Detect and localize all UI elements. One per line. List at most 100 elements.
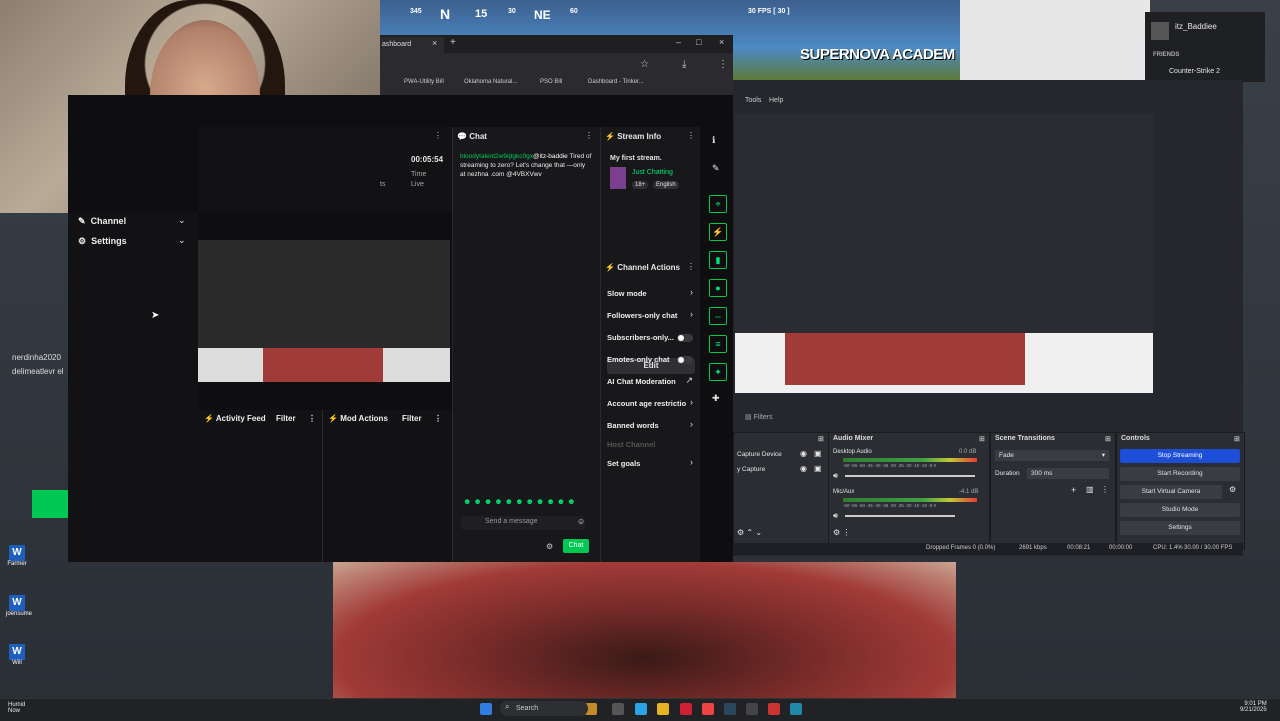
marker-icon[interactable]: ▮ [709,251,727,269]
edit-icon[interactable]: ✎ [712,163,720,174]
desktop-icon-word[interactable]: Wjoensume [6,595,32,625]
emote-bar[interactable]: ☻☻☻☻☻☻☻☻☻☻☻ [463,497,591,507]
chevron-right-icon[interactable]: › [690,397,693,407]
source-settings-icon[interactable]: ⚙ ⌃ ⌄ [737,528,762,537]
wrench-icon[interactable]: ✦ [709,363,727,381]
lock-icon[interactable]: ▣ [814,449,822,458]
subscribers-only-toggle[interactable] [677,334,693,342]
volume-slider[interactable] [845,515,955,517]
dock-menu-icon[interactable]: ⊞ [1234,435,1240,443]
chat-settings-icon[interactable]: ⚙ [546,542,553,551]
add-action-icon[interactable]: ✚ [712,393,720,404]
chevron-right-icon[interactable]: › [690,309,693,319]
raid-icon[interactable]: ⇔ [709,307,727,325]
panel-menu-icon[interactable]: ⋮ [308,414,316,434]
action-subscribers-only[interactable]: Subscribers-only... [607,333,674,342]
clock[interactable]: 9:01 PM 9/21/2025 [1240,701,1267,713]
close-window-icon[interactable]: × [719,37,724,47]
menu-icon[interactable]: ⋮ [1101,485,1109,494]
start-recording-button[interactable]: Start Recording [1120,467,1240,481]
list-icon[interactable]: ≡ [709,335,727,353]
panel-menu-icon[interactable]: ⋮ [434,131,442,140]
chevron-right-icon[interactable]: › [690,419,693,429]
chat-bubble-icon[interactable]: ● [709,279,727,297]
filters-button[interactable]: ▤ Filters [745,413,773,421]
stream-category[interactable]: Just Chatting [632,169,673,176]
mod-filter-button[interactable]: Filter [402,414,422,434]
dock-menu-icon[interactable]: ⊞ [818,435,824,443]
new-tab-icon[interactable]: + [450,37,456,48]
dock-menu-icon[interactable]: ⊞ [1105,435,1111,443]
chrome-icon[interactable] [702,703,714,715]
duration-input[interactable]: 300 ms [1027,468,1109,479]
taskbar-search[interactable]: Search [500,701,588,716]
chat-send-button[interactable]: Chat [563,539,589,553]
sidebar-item-settings[interactable]: ⚙ Settings [78,236,127,247]
panel-menu-icon[interactable]: ⋮ [687,131,695,140]
task-view-icon[interactable] [612,703,624,715]
speaker-icon[interactable]: 🔊︎ [833,471,838,481]
start-icon[interactable] [480,703,492,715]
panel-menu-icon[interactable]: ⋮ [434,414,442,434]
clip-icon[interactable]: ⌖ [709,195,727,213]
lock-icon[interactable]: ▣ [814,464,822,473]
mixer-settings-icon[interactable]: ⚙ ⋮ [833,528,850,537]
weather-widget[interactable]: Humid Now [8,702,25,714]
speaker-icon[interactable]: 🔊︎ [833,511,838,521]
star-icon[interactable]: ☆ [640,59,649,70]
chevron-right-icon[interactable]: › [690,457,693,467]
desktop-icon-word[interactable]: W Will [6,644,28,674]
trash-icon[interactable]: ▥ [1086,485,1094,494]
bookmark[interactable]: PWA-Utility Bill [404,79,444,85]
ad-icon[interactable]: ⚡ [709,223,727,241]
app-icon[interactable] [680,703,692,715]
chevron-down-icon[interactable]: ⌄ [178,215,186,226]
action-emotes-only[interactable]: Emotes-only chat [607,355,670,364]
app-icon[interactable] [746,703,758,715]
sidebar-item-channel[interactable]: ✎ Channel [78,216,126,227]
bookmark[interactable]: Dashboard - Tinker... [588,79,644,85]
action-ai-moderation[interactable]: AI Chat Moderation [607,377,676,386]
panel-menu-icon[interactable]: ⋮ [687,262,695,271]
volume-slider[interactable] [845,475,975,477]
eye-icon[interactable]: ◉ [800,464,807,473]
gear-icon[interactable]: ⚙ [1229,485,1236,494]
emotes-only-toggle[interactable] [677,356,693,364]
close-tab-icon[interactable]: × [432,38,437,48]
stop-streaming-button[interactable]: Stop Streaming [1120,449,1240,463]
add-icon[interactable]: + [1071,485,1076,495]
menu-help[interactable]: Help [769,97,783,104]
folder-icon[interactable] [657,703,669,715]
action-banned-words[interactable]: Banned words [607,421,659,430]
source-item[interactable]: y Capture [737,466,765,473]
panel-menu-icon[interactable]: ⋮ [585,131,593,140]
action-set-goals[interactable]: Set goals [607,459,640,468]
action-followers-only[interactable]: Followers-only chat [607,311,677,320]
bookmark[interactable]: Oklahoma Natural... [464,79,517,85]
chevron-right-icon[interactable]: › [690,287,693,297]
emote-icon[interactable]: ☺ [577,517,585,526]
steam-icon[interactable] [724,703,736,715]
desktop-icon-word[interactable]: W Farmer [6,545,28,575]
eye-icon[interactable]: ◉ [800,449,807,458]
action-account-age[interactable]: Account age restrictio [607,399,686,408]
chevron-down-icon[interactable]: ⌄ [178,235,186,246]
maximize-icon[interactable]: □ [696,37,701,47]
download-icon[interactable]: ⤓ [682,59,686,70]
chat-input[interactable]: Send a message ☺ [461,516,585,530]
chat-username[interactable]: bloodytalent2w9qtgkc0gx [460,153,533,160]
menu-tools[interactable]: Tools [745,97,761,104]
friends-game[interactable]: Counter-Strike 2 [1169,68,1220,75]
start-virtual-camera-button[interactable]: Start Virtual Camera [1120,485,1222,499]
app-icon[interactable] [790,703,802,715]
settings-button[interactable]: Settings [1120,521,1240,535]
bookmark[interactable]: PSO Bill [540,79,562,85]
tag-badge[interactable]: 18+ [632,181,649,189]
studio-mode-button[interactable]: Studio Mode [1120,503,1240,517]
source-item[interactable]: Capture Device [737,451,782,458]
activity-filter-button[interactable]: Filter [276,414,296,434]
edge-icon[interactable] [635,703,647,715]
menu-icon[interactable]: ⋮ [718,59,728,70]
dock-menu-icon[interactable]: ⊞ [979,435,985,443]
external-link-icon[interactable]: ↗ [685,375,693,386]
